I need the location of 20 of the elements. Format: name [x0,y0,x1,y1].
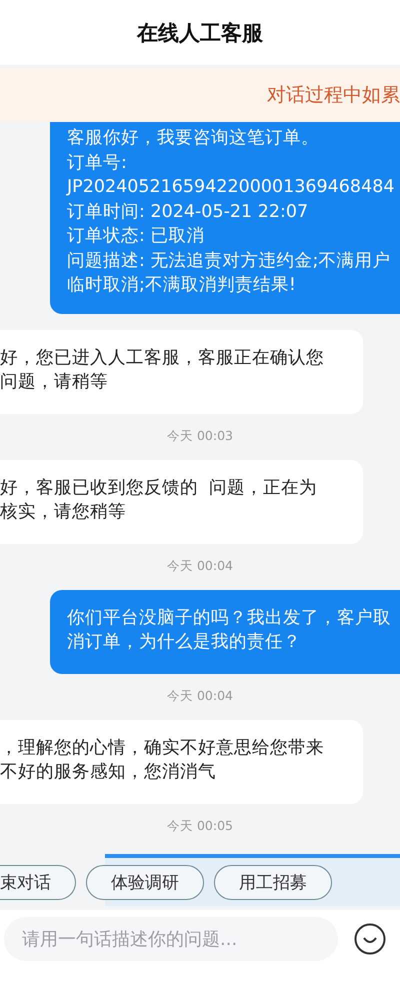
message-text: 好，客服已收到您反馈的 问题，正在为核实，请您稍等 [0,476,318,524]
message-text: ，理解您的心情，确实不好意思给您带来不好的服务感知，您消消气 [0,736,325,784]
page-title: 在线人工客服 [137,20,263,46]
timestamp: 今天 00:04 [167,558,233,574]
message-text: 问题描述: 无法追责对方违约金;不满用户临时取消;不满取消判责结果! [67,250,392,297]
quick-reply-button[interactable]: 用工招募 [214,865,332,900]
emoji-icon[interactable] [354,923,386,956]
message-text: 客服你好，我要咨询这笔订单。 [67,127,320,150]
message-text: 订单时间: 2024-05-21 22:07 [67,200,310,224]
timestamp: 今天 00:03 [167,428,233,444]
message-text: 订单状态: 已取消 [67,225,206,248]
message-input[interactable]: 请用一句话描述你的问题... [4,917,338,962]
message-text: 你们平台没脑子的吗？我出发了，客户取消订单，为什么是我的责任？ [67,606,392,654]
notice-text: 对话过程中如累 [267,83,400,108]
timestamp: 今天 00:04 [167,688,233,704]
timestamp: 今天 00:05 [167,818,233,834]
quick-reply-button[interactable]: 体验调研 [86,865,204,900]
quick-reply-button[interactable]: 束对话 [0,865,76,900]
message-text: 订单号: JP2024052165942200001369468484 [67,152,396,199]
message-text: 好，您已进入人工客服，客服正在确认您问题，请稍等 [0,346,325,394]
